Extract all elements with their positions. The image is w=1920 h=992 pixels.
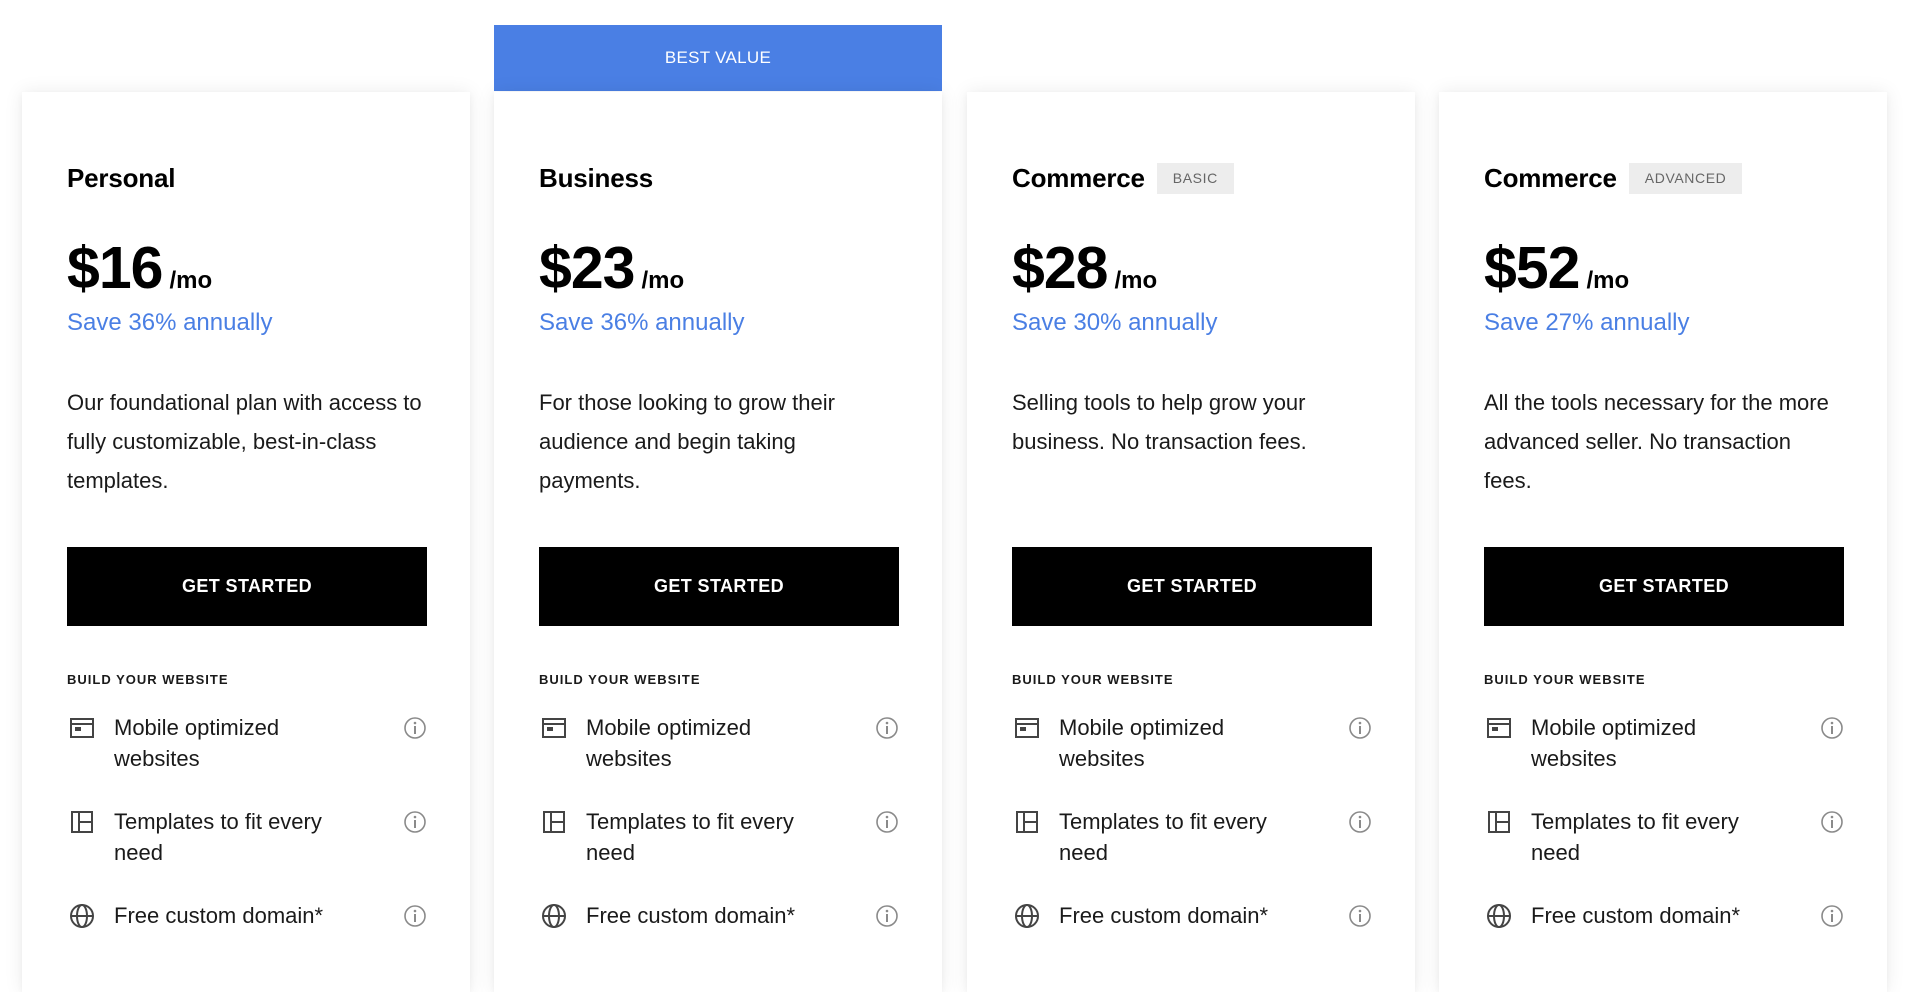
layout-icon xyxy=(70,718,94,738)
plan-name: Personal xyxy=(67,162,176,193)
feature-item: Free custom domain* xyxy=(67,900,427,970)
feature-label: Templates to fit every need xyxy=(1059,809,1267,865)
layout-icon xyxy=(1015,718,1039,738)
plan-name: Commerce xyxy=(1484,162,1617,193)
template-icon xyxy=(1488,811,1510,833)
info-icon[interactable] xyxy=(403,904,427,928)
best-value-banner: BEST VALUE xyxy=(494,25,942,91)
plan-description: For those looking to grow their audience… xyxy=(539,390,835,493)
feature-item: Templates to fit every need xyxy=(539,806,899,876)
annual-savings: Save 27% annually xyxy=(1484,309,1690,336)
layout-icon xyxy=(542,718,566,738)
template-icon xyxy=(1016,811,1038,833)
price-period: /mo xyxy=(1114,267,1158,294)
globe-icon xyxy=(70,904,94,928)
info-icon[interactable] xyxy=(1348,904,1372,928)
section-label: BUILD YOUR WEBSITE xyxy=(67,672,229,687)
feature-label: Free custom domain* xyxy=(1531,903,1741,928)
feature-label: Mobile optimized websites xyxy=(114,715,280,771)
plan-card-commerce-advanced: Commerce ADVANCED $52 /mo Save 27% annua… xyxy=(1439,92,1887,992)
plan-card-commerce-basic: Commerce BASIC $28 /mo Save 30% annually… xyxy=(967,92,1415,992)
get-started-button[interactable]: GET STARTED xyxy=(1012,547,1372,626)
feature-item: Mobile optimized websites xyxy=(539,712,899,782)
info-icon[interactable] xyxy=(1820,810,1844,834)
plan-card-personal: Personal $16 /mo Save 36% annually Our f… xyxy=(22,92,470,992)
get-started-button[interactable]: GET STARTED xyxy=(539,547,899,626)
plan-header: Business xyxy=(539,156,653,200)
info-icon[interactable] xyxy=(875,810,899,834)
annual-savings: Save 30% annually xyxy=(1012,309,1218,336)
globe-icon xyxy=(1015,904,1039,928)
info-icon[interactable] xyxy=(403,716,427,740)
feature-item: Free custom domain* xyxy=(1012,900,1372,970)
template-icon xyxy=(543,811,565,833)
info-icon[interactable] xyxy=(875,904,899,928)
info-icon[interactable] xyxy=(875,716,899,740)
plan-name: Commerce xyxy=(1012,162,1145,193)
plan-description: Our foundational plan with access to ful… xyxy=(67,390,422,493)
info-icon[interactable] xyxy=(1820,904,1844,928)
info-icon[interactable] xyxy=(1348,810,1372,834)
feature-label: Mobile optimized websites xyxy=(586,715,752,771)
feature-item: Free custom domain* xyxy=(539,900,899,970)
feature-item: Mobile optimized websites xyxy=(1484,712,1844,782)
price-period: /mo xyxy=(641,267,685,294)
feature-item: Mobile optimized websites xyxy=(67,712,427,782)
tier-badge: BASIC xyxy=(1156,162,1234,194)
info-icon[interactable] xyxy=(1820,716,1844,740)
pricing-plans: BEST VALUE Personal $16 /mo Save 36% ann… xyxy=(0,0,1920,992)
feature-label: Templates to fit every need xyxy=(114,809,322,865)
globe-icon xyxy=(542,904,566,928)
get-started-button[interactable]: GET STARTED xyxy=(67,547,427,626)
template-icon xyxy=(71,811,93,833)
plan-header: Personal xyxy=(67,156,175,200)
layout-icon xyxy=(1487,718,1511,738)
plan-price: $28 xyxy=(1012,235,1108,301)
globe-icon xyxy=(1487,904,1511,928)
price-row: $16 /mo xyxy=(67,234,212,302)
feature-label: Templates to fit every need xyxy=(1531,809,1739,865)
feature-item: Templates to fit every need xyxy=(67,806,427,876)
annual-savings: Save 36% annually xyxy=(67,309,273,336)
plan-description: Selling tools to help grow your business… xyxy=(1012,390,1307,454)
feature-label: Free custom domain* xyxy=(114,903,324,928)
price-period: /mo xyxy=(1586,267,1630,294)
info-icon[interactable] xyxy=(1348,716,1372,740)
price-row: $52 /mo xyxy=(1484,234,1629,302)
get-started-button[interactable]: GET STARTED xyxy=(1484,547,1844,626)
plan-header: Commerce ADVANCED xyxy=(1484,156,1743,200)
feature-item: Free custom domain* xyxy=(1484,900,1844,970)
plan-description: All the tools necessary for the more adv… xyxy=(1484,390,1829,493)
feature-label: Templates to fit every need xyxy=(586,809,794,865)
plan-price: $16 xyxy=(67,235,163,301)
feature-label: Free custom domain* xyxy=(586,903,796,928)
info-icon[interactable] xyxy=(403,810,427,834)
plan-price: $52 xyxy=(1484,235,1580,301)
feature-item: Mobile optimized websites xyxy=(1012,712,1372,782)
plan-name: Business xyxy=(539,162,654,193)
plan-header: Commerce BASIC xyxy=(1012,156,1234,200)
feature-label: Mobile optimized websites xyxy=(1531,715,1697,771)
feature-item: Templates to fit every need xyxy=(1012,806,1372,876)
section-label: BUILD YOUR WEBSITE xyxy=(1012,672,1174,687)
feature-item: Templates to fit every need xyxy=(1484,806,1844,876)
price-period: /mo xyxy=(169,267,213,294)
section-label: BUILD YOUR WEBSITE xyxy=(1484,672,1646,687)
feature-label: Mobile optimized websites xyxy=(1059,715,1225,771)
price-row: $28 /mo xyxy=(1012,234,1157,302)
plan-card-business: Business $23 /mo Save 36% annually For t… xyxy=(494,92,942,992)
annual-savings: Save 36% annually xyxy=(539,309,745,336)
section-label: BUILD YOUR WEBSITE xyxy=(539,672,701,687)
plan-price: $23 xyxy=(539,235,635,301)
tier-badge: ADVANCED xyxy=(1628,162,1743,194)
feature-label: Free custom domain* xyxy=(1059,903,1269,928)
price-row: $23 /mo xyxy=(539,234,684,302)
